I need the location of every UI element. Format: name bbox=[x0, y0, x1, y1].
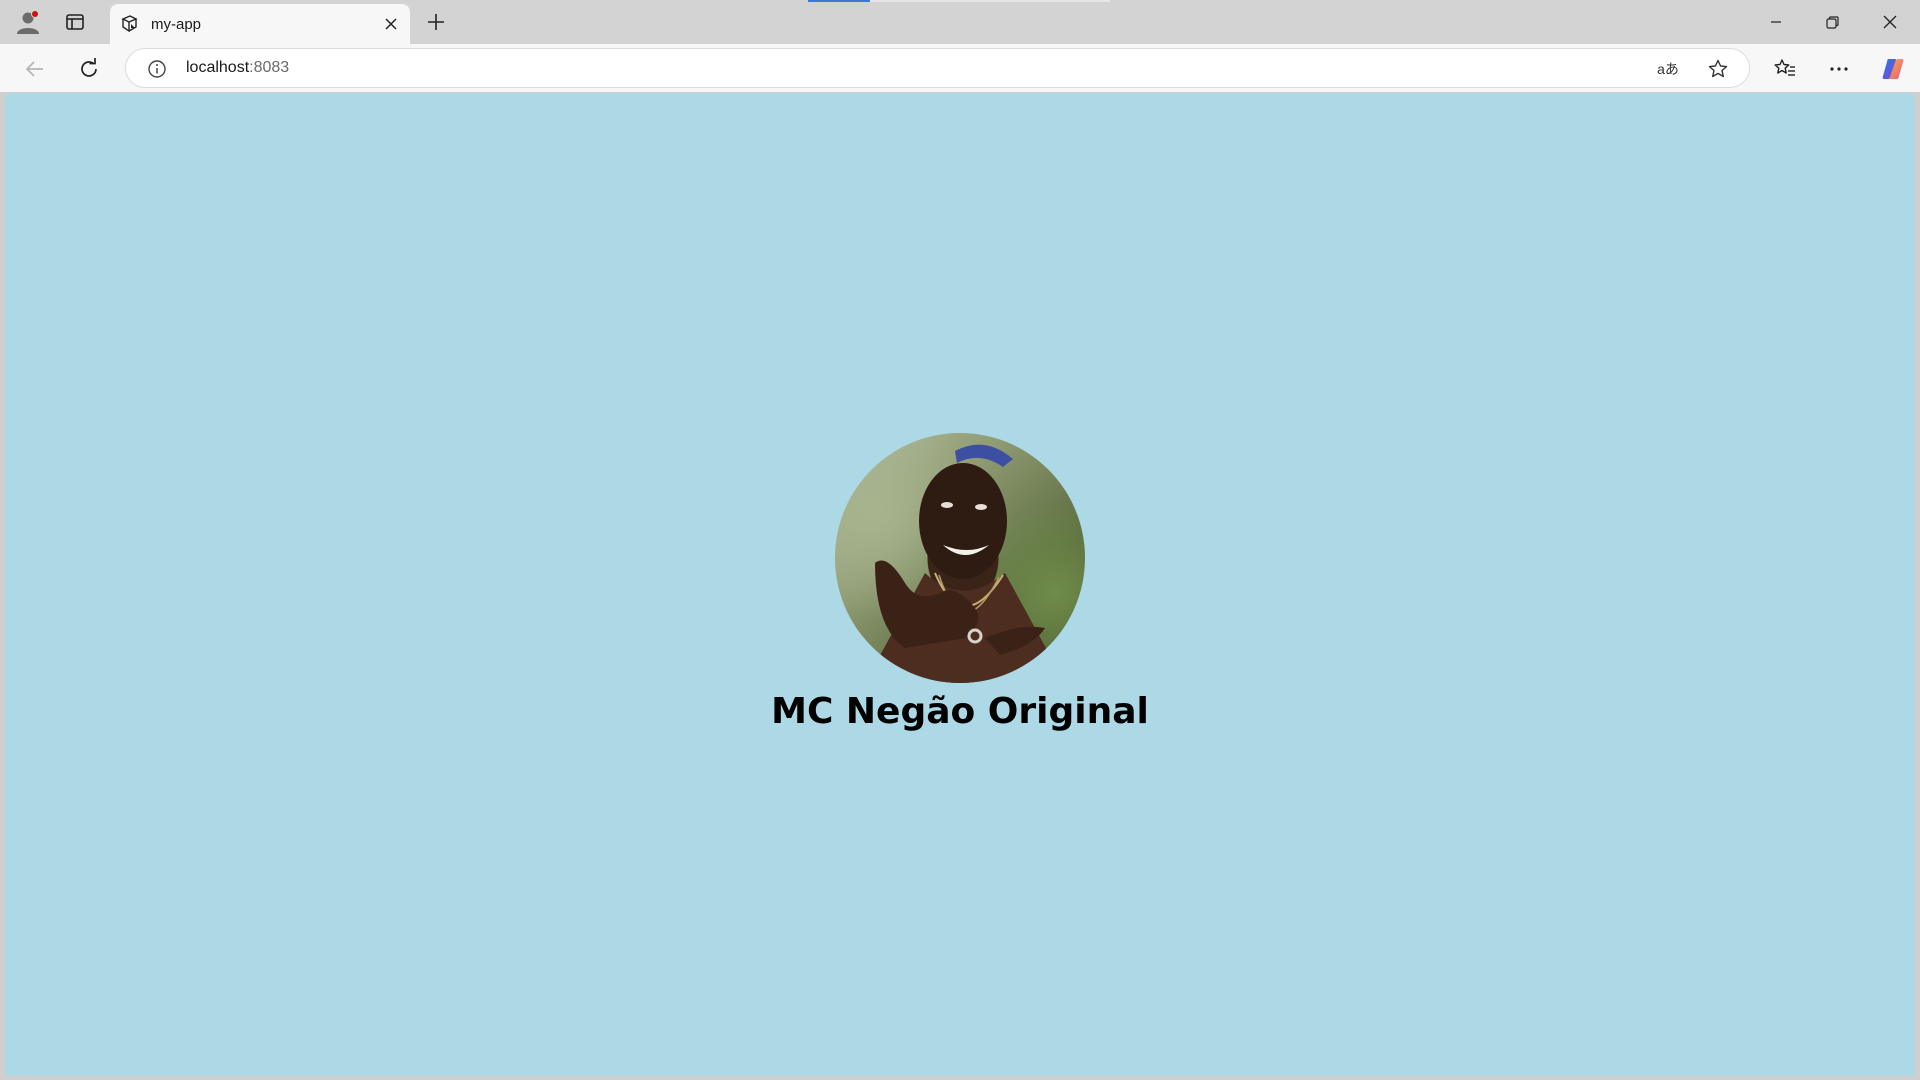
page-viewport: MC Negão Original bbox=[5, 93, 1915, 1076]
loading-indicator bbox=[808, 0, 1110, 2]
sidebar-toggle-icon[interactable] bbox=[59, 6, 91, 38]
plus-icon[interactable] bbox=[420, 6, 452, 38]
profile-name: MC Negão Original bbox=[771, 691, 1149, 732]
restore-icon[interactable] bbox=[1804, 0, 1860, 44]
more-icon[interactable] bbox=[1822, 52, 1856, 86]
close-window-icon[interactable] bbox=[1862, 0, 1918, 44]
address-bar[interactable]: localhost:8083 aあ bbox=[125, 48, 1750, 88]
close-icon[interactable] bbox=[380, 13, 402, 35]
copilot-icon[interactable] bbox=[1876, 52, 1910, 86]
translate-icon[interactable]: aあ bbox=[1656, 57, 1680, 81]
minimize-icon[interactable] bbox=[1748, 0, 1804, 44]
profile-card: MC Negão Original bbox=[5, 433, 1915, 732]
tab-title: my-app bbox=[151, 15, 202, 33]
profile-icon[interactable] bbox=[12, 6, 44, 38]
tab-my-app[interactable]: my-app bbox=[110, 4, 410, 44]
favorites-icon[interactable] bbox=[1768, 52, 1802, 86]
tab-strip: my-app bbox=[0, 0, 1920, 44]
window-bottom-edge bbox=[0, 1076, 1920, 1080]
browser-toolbar: localhost:8083 aあ bbox=[0, 44, 1920, 92]
app-favicon-icon bbox=[119, 14, 139, 34]
reload-icon[interactable] bbox=[72, 52, 106, 86]
url-port: :8083 bbox=[249, 59, 290, 76]
star-icon[interactable] bbox=[1706, 57, 1730, 81]
url-host: localhost bbox=[186, 59, 250, 76]
profile-photo bbox=[835, 433, 1085, 683]
address-url[interactable]: localhost:8083 bbox=[186, 59, 289, 77]
info-icon[interactable] bbox=[146, 58, 168, 80]
back-arrow-icon[interactable] bbox=[18, 52, 52, 86]
